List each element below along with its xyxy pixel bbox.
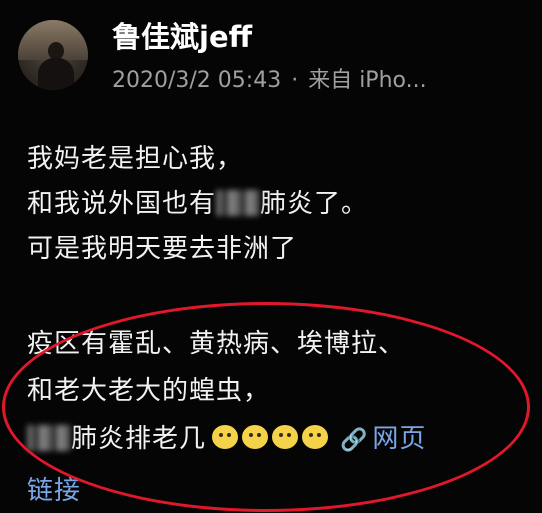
username[interactable]: 鲁佳斌jeff xyxy=(112,14,252,56)
web-link-label-1: 网页 xyxy=(372,424,427,454)
post-line-2-end: 肺炎了。 xyxy=(260,189,369,219)
meta-separator: · xyxy=(291,68,299,93)
doge-face-icon xyxy=(272,425,299,449)
post-line-2-start: 和我说外国也有 xyxy=(27,189,217,219)
emoji-group xyxy=(212,425,332,456)
web-link[interactable]: 🔗 网页 xyxy=(340,424,426,454)
post-line-2: 和我说外国也有 肺炎了。 xyxy=(27,183,368,220)
post-source[interactable]: 来自 iPho... xyxy=(308,68,426,93)
censored-text-blur xyxy=(216,190,261,216)
weibo-post: 鲁佳斌jeff 2020/3/2 05:43 · 来自 iPho... 我妈老是担心… xyxy=(0,0,542,513)
doge-face-icon xyxy=(302,425,329,449)
chain-link-icon: 🔗 xyxy=(340,428,369,453)
post-line-4: 疫区有霍乱、黄热病、埃博拉、 xyxy=(27,329,406,359)
doge-face-icon xyxy=(242,425,269,449)
censored-text-blur xyxy=(27,425,71,451)
post-date: 2020/3/2 05:43 xyxy=(112,68,282,93)
post-meta: 2020/3/2 05:43 · 来自 iPho... xyxy=(112,62,427,94)
post-line-1: 我妈老是担心我， xyxy=(27,144,244,174)
avatar-figure-body xyxy=(38,58,74,90)
doge-face-icon xyxy=(212,425,239,449)
avatar[interactable] xyxy=(18,20,88,90)
post-line-5: 和老大老大的蝗虫， xyxy=(27,376,271,406)
post-line-6: 肺炎排老几 🔗 网页 xyxy=(27,418,426,456)
post-line-6-text: 肺炎排老几 xyxy=(71,424,207,454)
web-link-continued[interactable]: 链接 xyxy=(27,470,81,507)
post-line-3: 可是我明天要去非洲了 xyxy=(27,234,298,264)
